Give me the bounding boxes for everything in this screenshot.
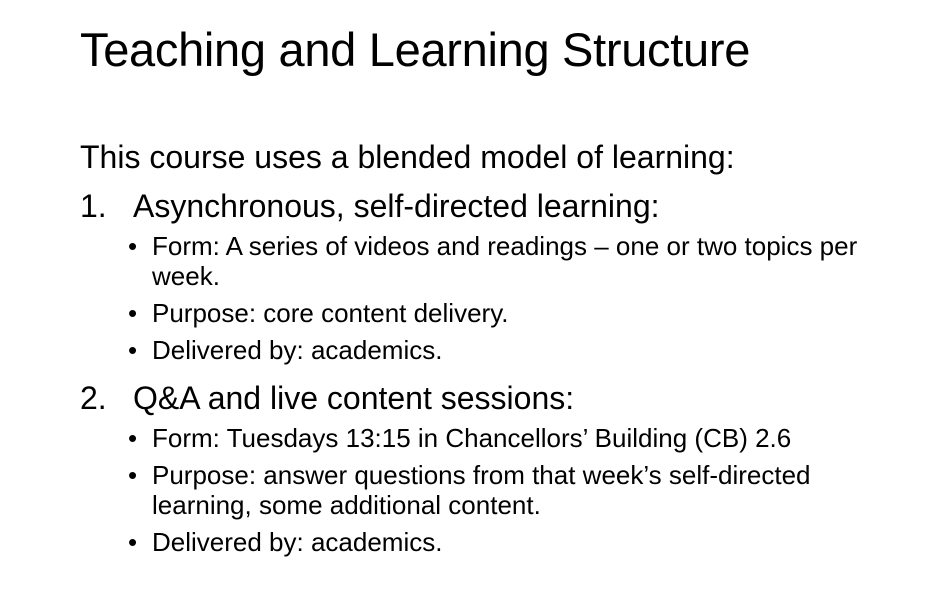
- bullet-text: Delivered by: academics.: [152, 527, 443, 557]
- bullet-text: Purpose: core content delivery.: [152, 298, 509, 328]
- section-1-bullet-list: • Form: A series of videos and readings …: [128, 231, 908, 372]
- section-2-heading: 2. Q&A and live content sessions:: [80, 379, 574, 417]
- intro-text: This course uses a blended model of lear…: [80, 139, 735, 175]
- bullet-icon: •: [128, 527, 138, 557]
- list-item: • Delivered by: academics.: [128, 527, 908, 557]
- list-item: • Form: Tuesdays 13:15 in Chancellors’ B…: [128, 423, 908, 453]
- bullet-icon: •: [128, 423, 138, 453]
- bullet-text: Purpose: answer questions from that week…: [152, 460, 811, 520]
- bullet-text: Form: Tuesdays 13:15 in Chancellors’ Bui…: [152, 423, 792, 453]
- section-1-number: 1.: [80, 188, 107, 224]
- bullet-icon: •: [128, 298, 138, 328]
- list-item: • Form: A series of videos and readings …: [128, 231, 908, 291]
- list-item: • Purpose: core content delivery.: [128, 298, 908, 328]
- section-1-heading: 1. Asynchronous, self-directed learning:: [80, 187, 660, 225]
- bullet-text: Form: A series of videos and readings – …: [152, 231, 858, 291]
- slide: Teaching and Learning Structure This cou…: [0, 0, 925, 598]
- bullet-icon: •: [128, 335, 138, 365]
- bullet-text: Delivered by: academics.: [152, 335, 443, 365]
- section-2-heading-text: Q&A and live content sessions:: [133, 380, 575, 416]
- slide-title: Teaching and Learning Structure: [80, 23, 751, 76]
- bullet-icon: •: [128, 231, 138, 261]
- bullet-icon: •: [128, 460, 138, 490]
- section-2-number: 2.: [80, 380, 107, 416]
- section-2-bullet-list: • Form: Tuesdays 13:15 in Chancellors’ B…: [128, 423, 908, 564]
- section-1-heading-text: Asynchronous, self-directed learning:: [133, 188, 660, 224]
- list-item: • Delivered by: academics.: [128, 335, 908, 365]
- list-item: • Purpose: answer questions from that we…: [128, 460, 908, 520]
